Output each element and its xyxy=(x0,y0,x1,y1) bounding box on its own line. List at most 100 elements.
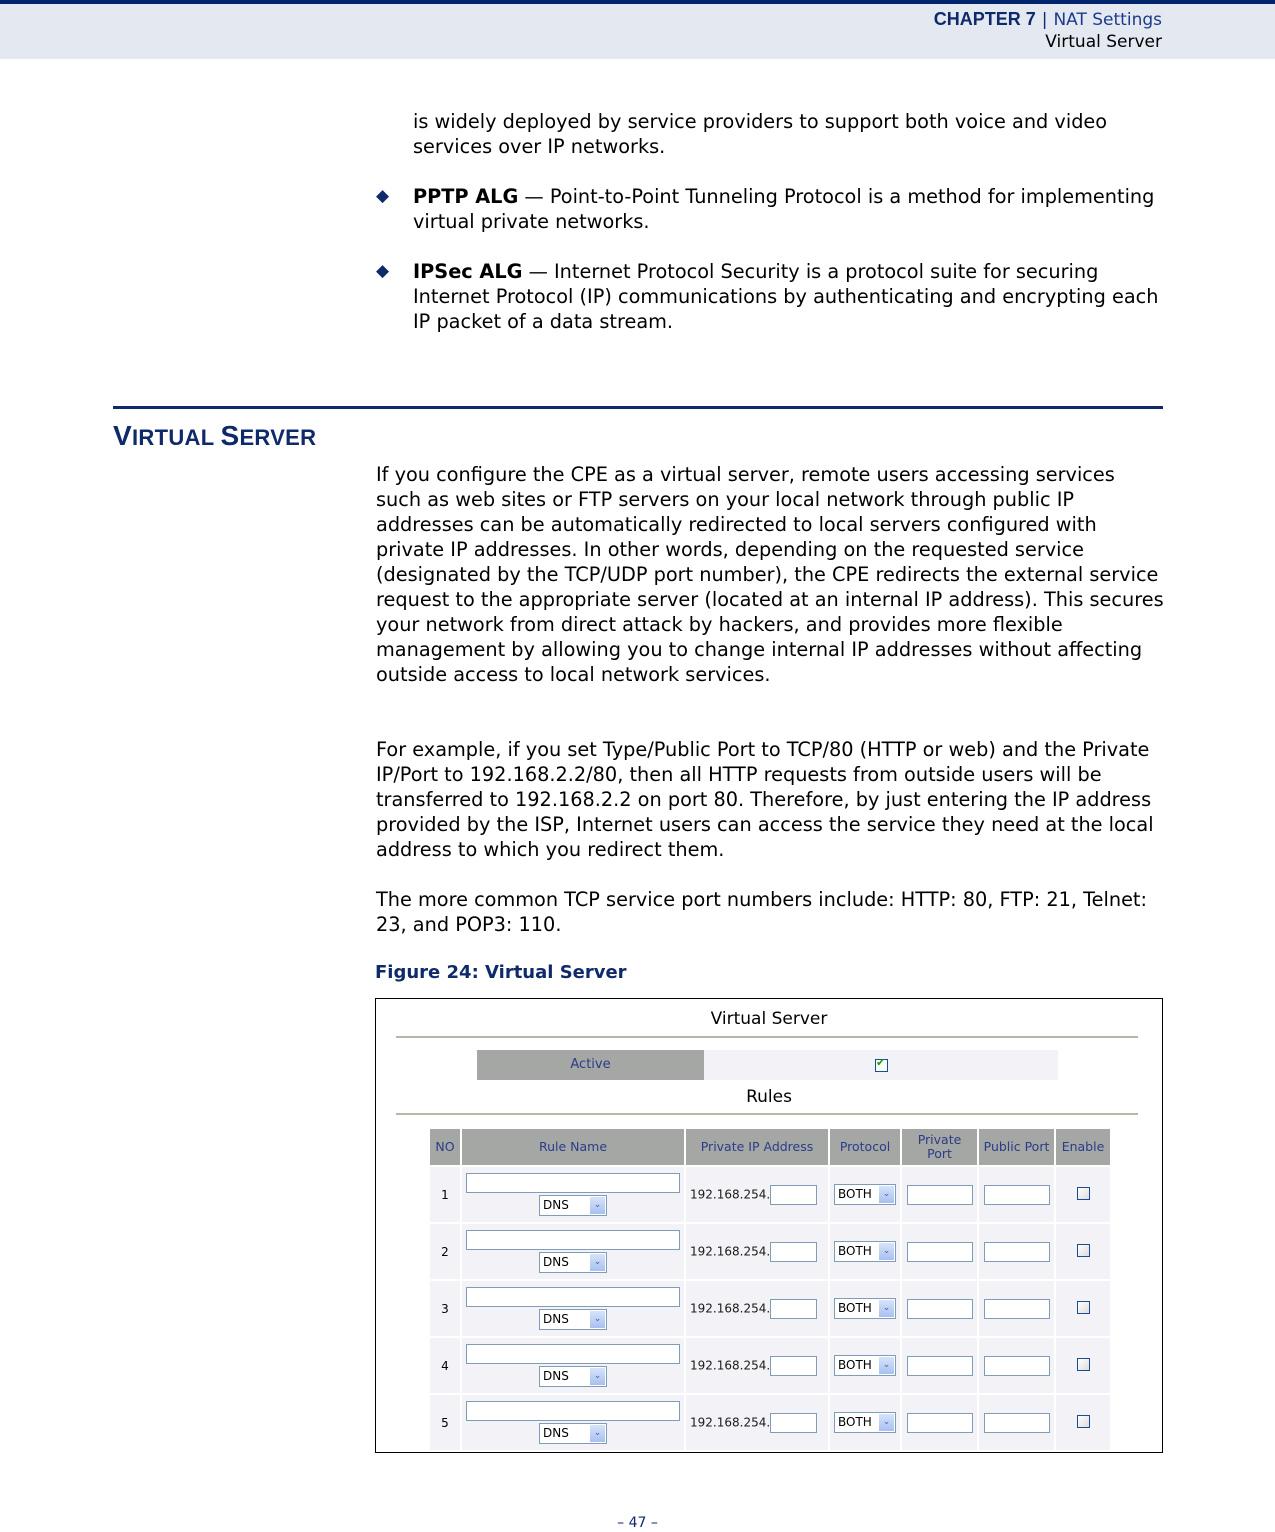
table-row: 4 DNS ⌄ 192.168.254. BOTH ⌄ xyxy=(430,1338,1110,1393)
service-select[interactable]: DNS ⌄ xyxy=(539,1366,607,1387)
protocol-select-value: BOTH xyxy=(838,1187,872,1201)
service-select[interactable]: DNS ⌄ xyxy=(539,1309,607,1330)
enable-checkbox[interactable] xyxy=(1076,1300,1090,1314)
enable-cell xyxy=(1056,1338,1110,1393)
public-port-input[interactable] xyxy=(983,1355,1050,1376)
private-ip-cell: 192.168.254. xyxy=(686,1395,828,1450)
public-port-input[interactable] xyxy=(983,1184,1050,1205)
protocol-select[interactable]: BOTH ⌄ xyxy=(834,1412,896,1433)
bullet-text: — Point-to-Point Tunneling Protocol is a… xyxy=(413,185,1155,233)
bullet-text: — Internet Protocol Security is a protoc… xyxy=(413,260,1159,333)
active-checkbox[interactable] xyxy=(875,1056,888,1072)
rules-title: Rules xyxy=(746,1087,792,1107)
private-port-cell xyxy=(902,1281,977,1336)
rule-number: 2 xyxy=(430,1224,460,1279)
enable-checkbox[interactable] xyxy=(1076,1357,1090,1371)
rules-divider xyxy=(396,1113,1138,1115)
rule-number: 5 xyxy=(430,1395,460,1450)
bullet-item: ◆ IPSec ALG — Internet Protocol Security… xyxy=(376,259,1166,334)
column-header-rule-name: Rule Name xyxy=(462,1129,684,1165)
enable-checkbox[interactable] xyxy=(1076,1243,1090,1257)
private-port-input[interactable] xyxy=(906,1355,973,1376)
private-ip-cell: 192.168.254. xyxy=(686,1167,828,1222)
chevron-down-icon: ⌄ xyxy=(879,1414,894,1431)
chevron-down-icon: ⌄ xyxy=(590,1368,605,1385)
protocol-select[interactable]: BOTH ⌄ xyxy=(834,1355,896,1376)
private-port-cell xyxy=(902,1395,977,1450)
protocol-select-value: BOTH xyxy=(838,1415,872,1429)
chevron-down-icon: ⌄ xyxy=(590,1254,605,1271)
rule-name-input[interactable] xyxy=(466,1287,680,1307)
service-select[interactable]: DNS ⌄ xyxy=(539,1252,607,1273)
private-port-input[interactable] xyxy=(906,1184,973,1205)
header-subsection: Virtual Server xyxy=(1045,32,1162,52)
ip-suffix-input[interactable] xyxy=(770,1355,818,1376)
public-port-cell xyxy=(979,1281,1054,1336)
ip-prefix: 192.168.254. xyxy=(690,1415,771,1429)
active-row: Active xyxy=(477,1050,1058,1080)
public-port-input[interactable] xyxy=(983,1241,1050,1262)
table-row: 3 DNS ⌄ 192.168.254. BOTH ⌄ xyxy=(430,1281,1110,1336)
chevron-down-icon: ⌄ xyxy=(879,1300,894,1317)
protocol-select[interactable]: BOTH ⌄ xyxy=(834,1241,896,1262)
column-header-protocol: Protocol xyxy=(830,1129,900,1165)
title-initial: S xyxy=(220,420,240,451)
virtual-server-figure: Virtual Server Active Rules NO Rule Name… xyxy=(375,998,1163,1453)
enable-checkbox[interactable] xyxy=(1076,1414,1090,1428)
rule-name-cell: DNS ⌄ xyxy=(462,1395,684,1450)
section-divider xyxy=(113,406,1163,409)
body-paragraph: For example, if you set Type/Public Port… xyxy=(376,738,1154,861)
rule-name-cell: DNS ⌄ xyxy=(462,1167,684,1222)
body-paragraph: The more common TCP service port numbers… xyxy=(376,888,1147,936)
enable-cell xyxy=(1056,1224,1110,1279)
protocol-cell: BOTH ⌄ xyxy=(830,1167,900,1222)
page-number: – 47 – xyxy=(617,1515,658,1531)
protocol-select-value: BOTH xyxy=(838,1244,872,1258)
protocol-cell: BOTH ⌄ xyxy=(830,1395,900,1450)
private-port-cell xyxy=(902,1167,977,1222)
chevron-down-icon: ⌄ xyxy=(879,1243,894,1260)
rule-name-input[interactable] xyxy=(466,1230,680,1250)
ip-suffix-input[interactable] xyxy=(770,1298,818,1319)
ip-prefix: 192.168.254. xyxy=(690,1187,771,1201)
rule-name-input[interactable] xyxy=(466,1401,680,1421)
service-select[interactable]: DNS ⌄ xyxy=(539,1423,607,1444)
enable-checkbox[interactable] xyxy=(1076,1186,1090,1200)
service-select-value: DNS xyxy=(543,1369,569,1383)
rules-table: NO Rule Name Private IP Address Protocol… xyxy=(428,1127,1112,1452)
chevron-down-icon: ⌄ xyxy=(590,1311,605,1328)
protocol-select[interactable]: BOTH ⌄ xyxy=(834,1184,896,1205)
rule-name-cell: DNS ⌄ xyxy=(462,1281,684,1336)
protocol-cell: BOTH ⌄ xyxy=(830,1224,900,1279)
service-select[interactable]: DNS ⌄ xyxy=(539,1195,607,1216)
ip-suffix-input[interactable] xyxy=(770,1412,818,1433)
rule-number: 3 xyxy=(430,1281,460,1336)
chevron-down-icon: ⌄ xyxy=(590,1197,605,1214)
title-initial: V xyxy=(113,420,132,451)
column-header-public-port: Public Port xyxy=(979,1129,1054,1165)
rule-name-input[interactable] xyxy=(466,1173,680,1193)
private-port-input[interactable] xyxy=(906,1241,973,1262)
body-paragraph: If you configure the CPE as a virtual se… xyxy=(376,463,1164,686)
running-header: CHAPTER 7 | NAT Settings Virtual Server xyxy=(934,8,1162,53)
rule-number: 4 xyxy=(430,1338,460,1393)
ip-prefix: 192.168.254. xyxy=(690,1358,771,1372)
table-row: 2 DNS ⌄ 192.168.254. BOTH ⌄ xyxy=(430,1224,1110,1279)
diamond-bullet-icon: ◆ xyxy=(376,186,390,206)
protocol-select[interactable]: BOTH ⌄ xyxy=(834,1298,896,1319)
column-header-enable: Enable xyxy=(1056,1129,1110,1165)
public-port-input[interactable] xyxy=(983,1412,1050,1433)
chevron-down-icon: ⌄ xyxy=(879,1186,894,1203)
bullet-term: IPSec ALG xyxy=(413,260,523,283)
public-port-cell xyxy=(979,1224,1054,1279)
private-port-input[interactable] xyxy=(906,1298,973,1319)
ip-suffix-input[interactable] xyxy=(770,1241,818,1262)
column-header-private-ip: Private IP Address xyxy=(686,1129,828,1165)
rule-name-input[interactable] xyxy=(466,1344,680,1364)
public-port-input[interactable] xyxy=(983,1298,1050,1319)
ip-suffix-input[interactable] xyxy=(770,1184,818,1205)
private-port-input[interactable] xyxy=(906,1412,973,1433)
private-ip-cell: 192.168.254. xyxy=(686,1224,828,1279)
column-header-private-port: Private Port xyxy=(902,1129,977,1165)
title-rest: IRTUAL xyxy=(131,425,221,450)
